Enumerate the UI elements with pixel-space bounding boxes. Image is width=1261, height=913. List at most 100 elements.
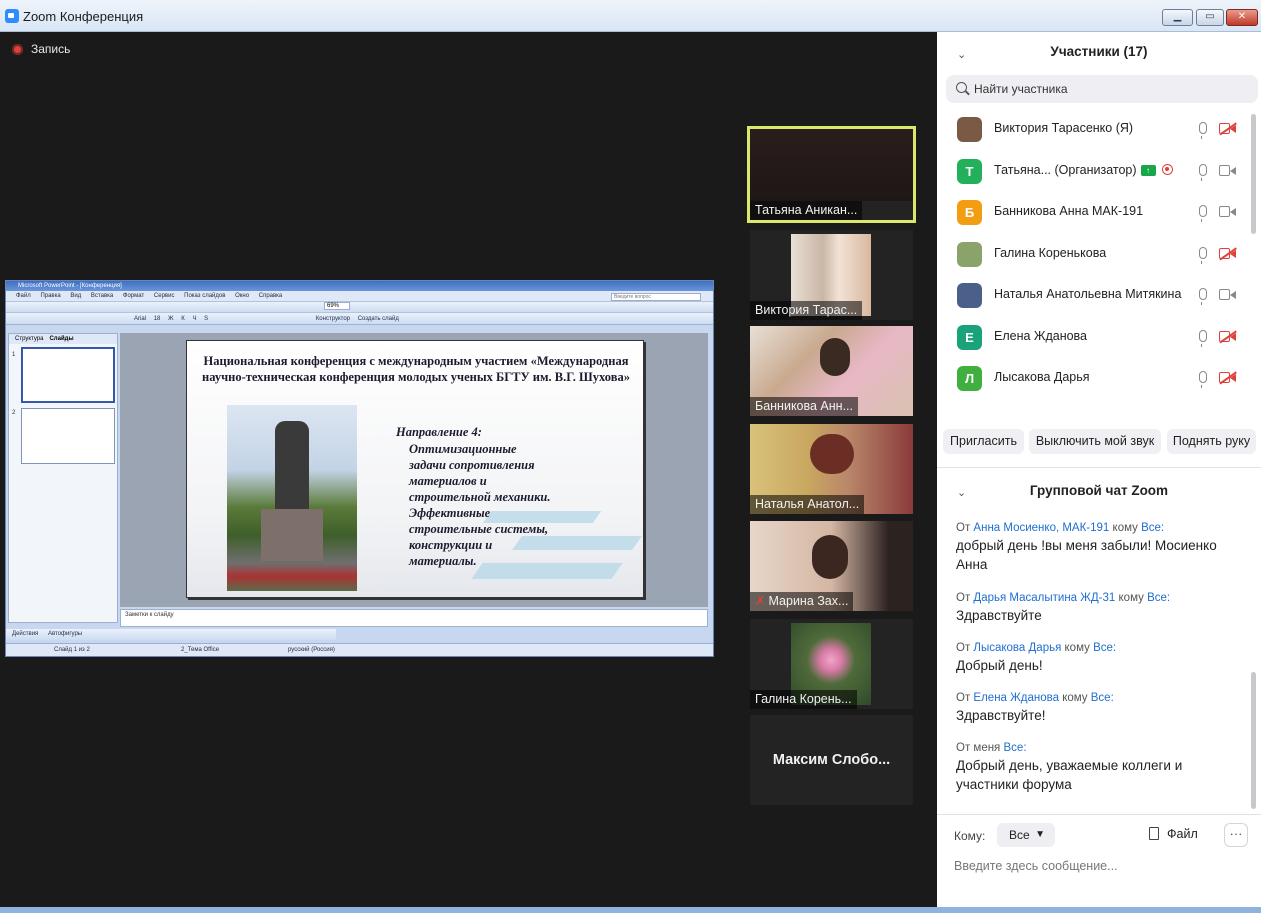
participant-name-text: Галина Коренькова [994, 245, 1107, 260]
window-titlebar: Zoom Конференция ▁ ▭ ✕ [0, 0, 1261, 32]
chat-sender[interactable]: Лысакова Дарья [973, 642, 1061, 654]
participant-row[interactable]: Наталья Анатольевна Митякина [937, 275, 1253, 316]
video-tile-active-speaker[interactable]: Татьяна Аникан... [747, 126, 916, 223]
ppt-tab-slides: Слайды [49, 336, 74, 342]
invite-button[interactable]: Пригласить [943, 429, 1024, 454]
more-options-button[interactable]: ··· [1224, 823, 1248, 847]
ppt-slides-pane: Структура Слайды 1 2 [8, 333, 118, 623]
chat-from-prefix: От [956, 522, 971, 534]
video-person [820, 338, 850, 376]
participant-name-text: Банникова Анна МАК-191 [994, 204, 1144, 218]
microphone-icon[interactable] [1199, 246, 1207, 264]
microphone-icon[interactable] [1199, 371, 1207, 388]
chat-recipient[interactable]: Все: [1004, 742, 1027, 754]
ppt-status-language: русский (Россия) [288, 647, 335, 653]
chat-to-prefix: кому [1062, 692, 1088, 704]
chat-recipient[interactable]: Все: [1093, 642, 1116, 654]
participant-avatar: Е [957, 324, 982, 350]
chat-sender[interactable]: Дарья Масалытина ЖД-31 [973, 592, 1115, 604]
minimize-button[interactable]: ▁ [1162, 9, 1193, 26]
video-tile[interactable]: ✗ Марина Зах... [750, 521, 913, 611]
ppt-status-bar: Слайд 1 из 2 2_Тема Office русский (Росс… [6, 643, 713, 656]
camera-off-icon[interactable] [1219, 123, 1236, 134]
camera-off-icon[interactable] [1219, 247, 1236, 259]
shared-screen[interactable]: Microsoft PowerPoint - [Конференция] Фай… [5, 280, 714, 657]
chat-from-prefix: От [956, 692, 971, 704]
microphone-icon[interactable] [1199, 288, 1207, 305]
video-tile-name: ✗ Марина Зах... [750, 592, 854, 611]
camera-icon[interactable] [1219, 206, 1236, 217]
microphone-icon[interactable] [1199, 329, 1207, 347]
microphone-icon[interactable] [1199, 205, 1207, 222]
ppt-slide-thumbnail [21, 347, 115, 403]
camera-icon[interactable] [1219, 289, 1236, 300]
participant-row[interactable]: Виктория Тарасенко (Я) [937, 109, 1253, 150]
ppt-pane-tabs: Структура Слайды [9, 334, 117, 344]
video-tile[interactable]: Максим Слобо... [750, 715, 913, 805]
participant-search[interactable] [946, 75, 1258, 103]
camera-body [1219, 330, 1230, 342]
participant-name: Наталья Анатольевна Митякина [994, 287, 1181, 301]
participant-search-input[interactable] [974, 75, 1244, 103]
chat-title: Групповой чат Zoom [1029, 483, 1169, 498]
chat-to-prefix: кому [1118, 592, 1144, 604]
camera-body [1219, 289, 1230, 300]
video-tile[interactable]: Галина Корень... [750, 619, 913, 709]
camera-icon[interactable] [1219, 164, 1236, 176]
ppt-menu-bar: Файл Правка Вид Вставка Формат Сервис По… [6, 291, 713, 302]
participant-name: Лысакова Дарья [994, 370, 1090, 384]
video-tile-name-text: Марина Зах... [768, 594, 849, 608]
participant-row[interactable]: Галина Коренькова [937, 234, 1253, 275]
chat-to-prefix: кому [1112, 522, 1138, 534]
recording-badge-icon [1161, 163, 1173, 175]
video-tile[interactable]: Виктория Тарас... [750, 230, 913, 320]
microphone-icon[interactable] [1199, 122, 1207, 139]
chat-message: От Елена Жданова кому Все: Здравствуйте! [956, 692, 1246, 725]
participant-row[interactable]: Б Банникова Анна МАК-191 [937, 192, 1253, 233]
chat-recipient[interactable]: Все: [1141, 522, 1164, 534]
chat-sender[interactable]: Анна Мосиенко, МАК-191 [973, 522, 1109, 534]
file-icon [1149, 827, 1159, 840]
chat-sender[interactable]: Елена Жданова [973, 692, 1059, 704]
camera-off-icon[interactable] [1219, 372, 1236, 383]
camera-lens [1230, 249, 1236, 258]
chat-message-input[interactable] [954, 855, 1244, 877]
participant-row[interactable]: Е Елена Жданова [937, 317, 1253, 358]
maximize-button[interactable]: ▭ [1196, 9, 1224, 26]
ppt-shadow: S [204, 316, 209, 322]
recipient-select[interactable]: Все ▼ [997, 823, 1055, 847]
right-sidebar: ⌄ Участники (17) Пригласить Выключить мо… [937, 32, 1261, 907]
chat-message: От Дарья Масалытина ЖД-31 кому Все: Здра… [956, 592, 1246, 625]
camera-lens [1230, 332, 1236, 341]
chat-from-prefix: От [956, 592, 971, 604]
chat-message-text: Здравствуйте! [956, 708, 1046, 723]
recording-indicator[interactable]: Запись [12, 42, 70, 56]
chat-from-prefix: От [956, 642, 971, 654]
file-button[interactable]: Файл [1149, 827, 1198, 841]
microphone-icon[interactable] [1199, 163, 1207, 181]
panel-divider [937, 467, 1261, 468]
close-button[interactable]: ✕ [1226, 9, 1258, 26]
participant-avatar: T [957, 158, 982, 184]
video-tile[interactable]: Банникова Анн... [750, 326, 913, 416]
raise-hand-button[interactable]: Поднять руку [1167, 429, 1256, 454]
ppt-menu-item: Файл [16, 293, 31, 299]
participant-avatar [957, 117, 982, 142]
window-title: Zoom Конференция [23, 9, 144, 24]
ppt-font-size: 18 [153, 316, 161, 322]
chat-recipient[interactable]: Все: [1147, 592, 1170, 604]
participant-avatar: Л [957, 366, 982, 391]
chat-recipient[interactable]: Все: [1091, 692, 1114, 704]
participant-name-text: Лысакова Дарья [994, 370, 1090, 384]
chat-scrollbar[interactable] [1251, 672, 1256, 809]
participant-avatar [957, 283, 982, 308]
mute-me-button[interactable]: Выключить мой звук [1029, 429, 1161, 454]
camera-off-icon[interactable] [1219, 330, 1236, 342]
video-tile[interactable]: Наталья Анатол... [750, 424, 913, 514]
participant-name: Банникова Анна МАК-191 [994, 204, 1143, 218]
recipient-label: Кому: [954, 829, 986, 843]
chat-message-text: Добрый день! [956, 658, 1043, 673]
participant-row[interactable]: Л Лысакова Дарья [937, 358, 1253, 399]
slide-statue-image [275, 421, 309, 511]
participant-row[interactable]: T Татьяна... (Организатор) ↑ [937, 151, 1253, 192]
